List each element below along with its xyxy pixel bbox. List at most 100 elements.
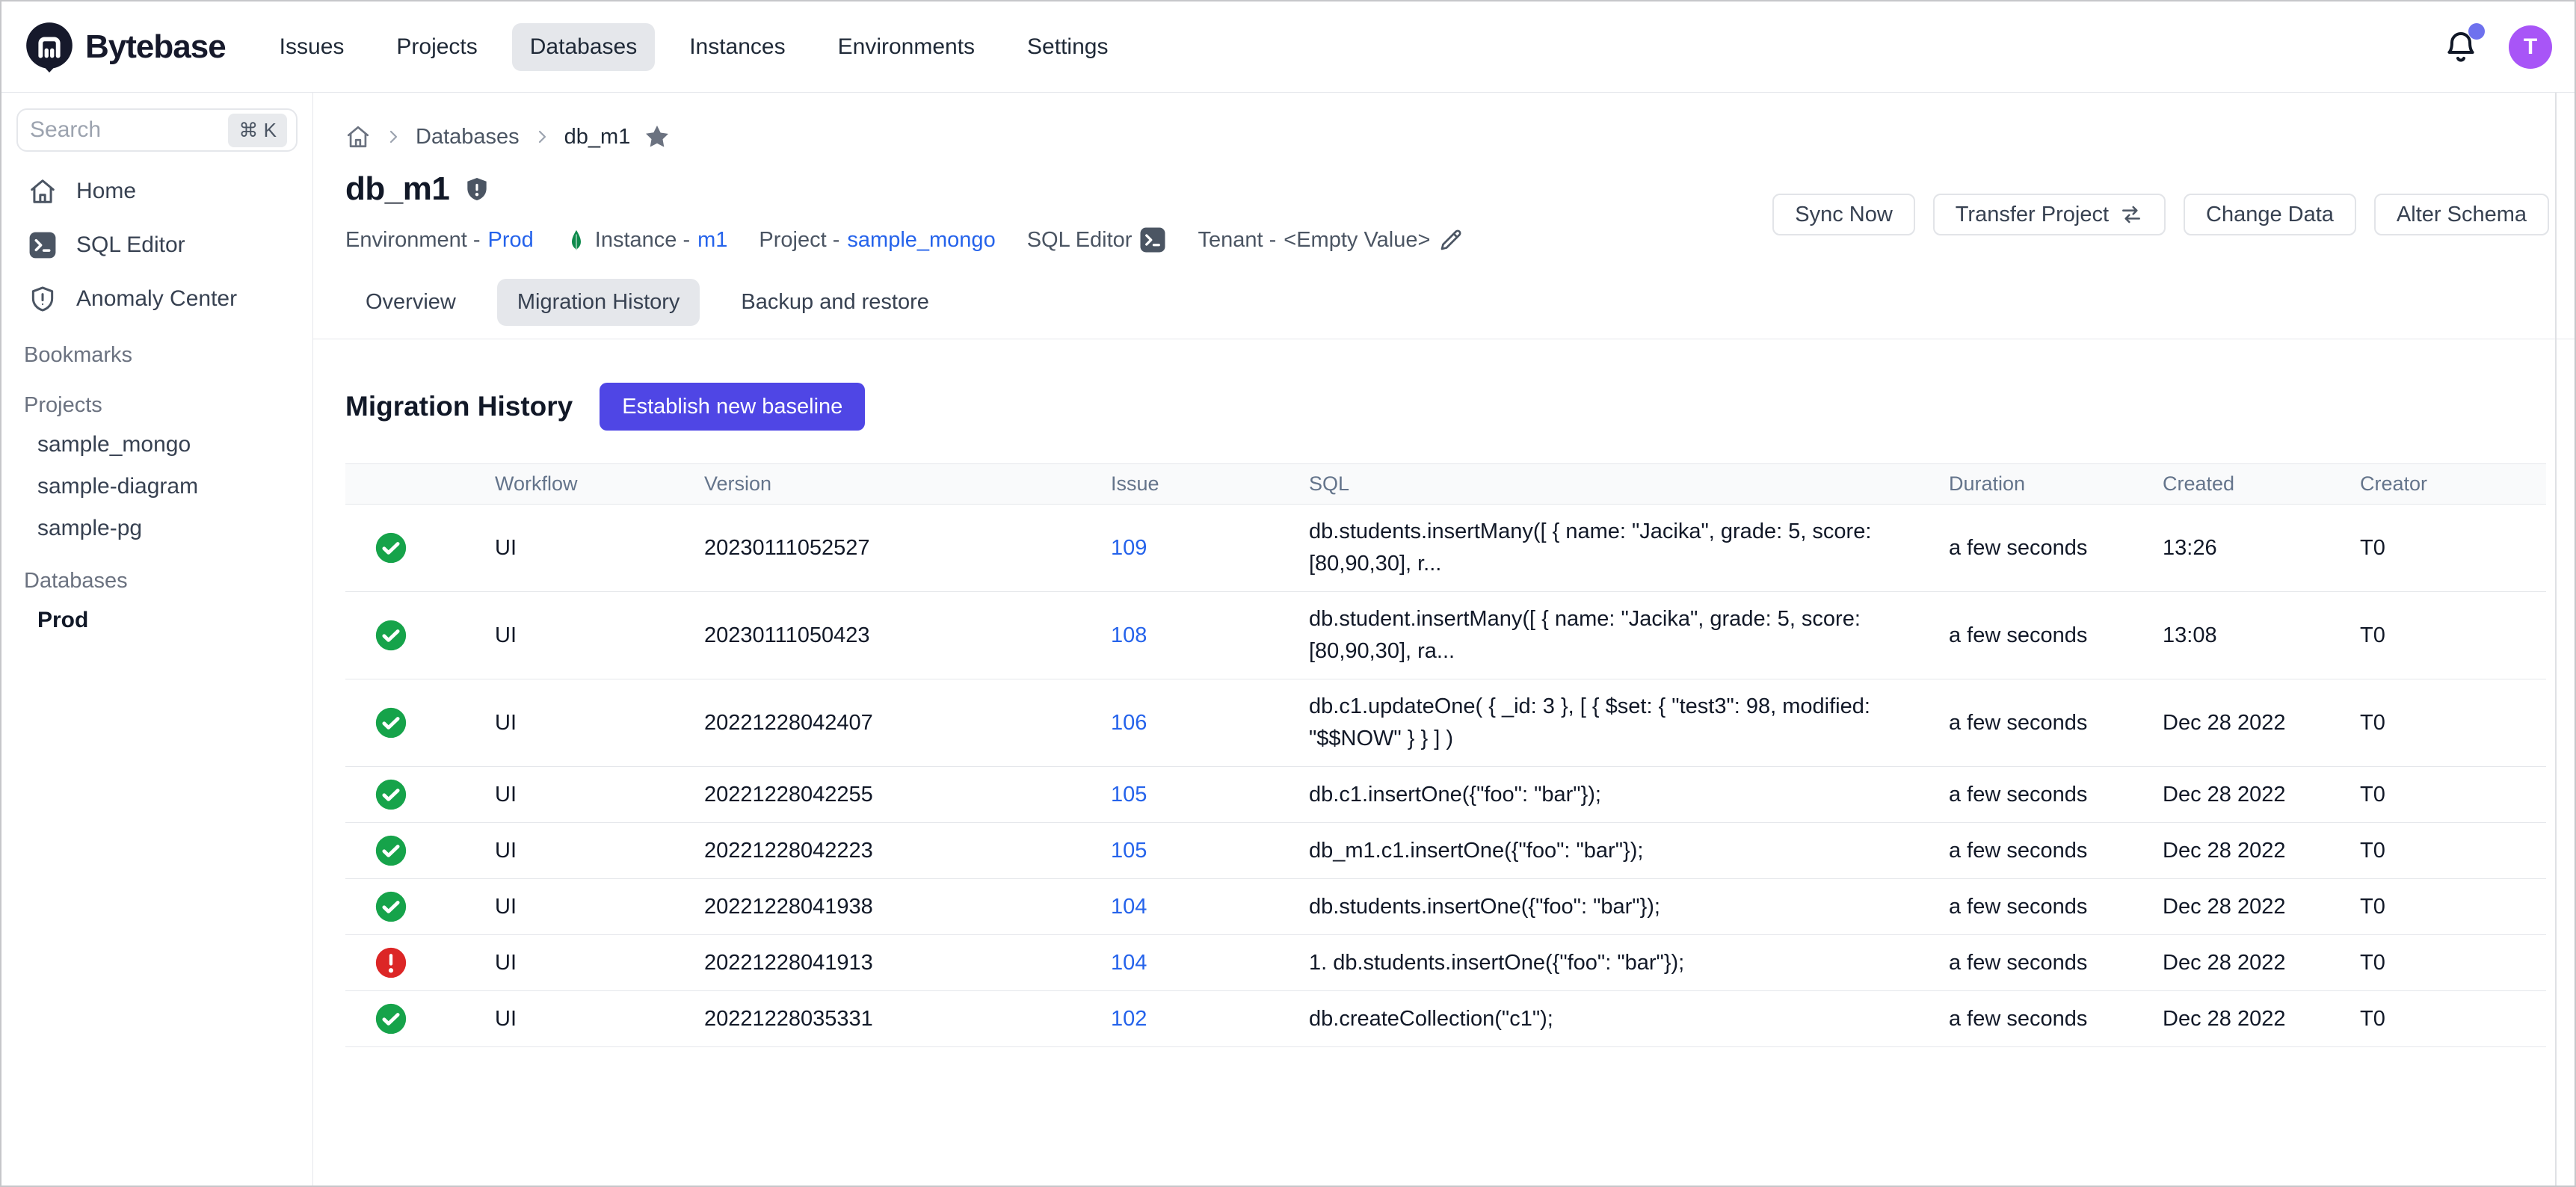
environment-link[interactable]: Prod [488, 228, 534, 253]
created-cell: 13:08 [2163, 623, 2360, 648]
transfer-project-button[interactable]: Transfer Project [1933, 194, 2166, 235]
issue-link[interactable]: 105 [1111, 783, 1147, 807]
meta-project: Project - sample_mongo [759, 228, 995, 253]
issue-link[interactable]: 104 [1111, 951, 1147, 975]
sidebar-nav: Home SQL Editor Anomaly Center [1, 167, 312, 324]
nav-item-projects[interactable]: Projects [378, 23, 495, 71]
search-shortcut-badge: ⌘ K [228, 114, 287, 147]
sql-cell: db.c1.updateOne( { _id: 3 }, [ { $set: {… [1309, 691, 1949, 755]
workflow-cell: UI [495, 1007, 704, 1032]
version-cell: 20221228042407 [704, 711, 1111, 736]
sql-cell: db_m1.c1.insertOne({"foo": "bar"}); [1309, 835, 1949, 867]
meta-instance: Instance - m1 [565, 228, 728, 253]
instance-link[interactable]: m1 [697, 228, 727, 253]
table-row[interactable]: UI 20221228041938 104 db.students.insert… [345, 879, 2546, 935]
sql-cell: db.createCollection("c1"); [1309, 1003, 1949, 1035]
mongodb-leaf-icon [565, 229, 588, 251]
change-data-button[interactable]: Change Data [2184, 194, 2356, 235]
sidebar-item-prod[interactable]: Prod [1, 599, 312, 641]
home-icon[interactable] [345, 124, 371, 149]
sidebar-sections: Bookmarks Projects sample_mongosample-di… [1, 343, 312, 641]
nav-item-instances[interactable]: Instances [671, 23, 803, 71]
table-row[interactable]: UI 20221228042223 105 db_m1.c1.insertOne… [345, 823, 2546, 879]
success-icon [375, 778, 407, 811]
sql-cell: 1. db.students.insertOne({"foo": "bar"})… [1309, 947, 1949, 979]
sql-editor-icon[interactable] [1139, 226, 1166, 253]
creator-cell: T0 [2360, 783, 2546, 807]
col-creator: Creator [2360, 472, 2546, 496]
tab-migration-history[interactable]: Migration History [497, 279, 700, 326]
bookmark-star-icon[interactable] [644, 123, 671, 150]
version-cell: 20221228041938 [704, 895, 1111, 919]
issue-link[interactable]: 105 [1111, 839, 1147, 863]
tab-overview[interactable]: Overview [345, 279, 476, 326]
duration-cell: a few seconds [1949, 711, 2163, 736]
duration-cell: a few seconds [1949, 623, 2163, 648]
issue-link[interactable]: 106 [1111, 711, 1147, 735]
sidebar-item-anomaly-center[interactable]: Anomaly Center [1, 274, 312, 324]
meta-tenant: Tenant - <Empty Value> [1198, 226, 1464, 253]
main-nav: Issues Projects Databases Instances Environm… [262, 23, 1127, 71]
issue-link[interactable]: 102 [1111, 1007, 1147, 1031]
col-sql: SQL [1309, 472, 1949, 496]
avatar[interactable]: T [2509, 25, 2552, 69]
table-row[interactable]: UI 20221228035331 102 db.createCollectio… [345, 991, 2546, 1047]
search-input[interactable]: Search ⌘ K [16, 108, 298, 152]
pencil-icon[interactable] [1438, 226, 1464, 253]
migration-section-header: Migration History Establish new baseline [345, 383, 2546, 431]
migration-history-heading: Migration History [345, 391, 573, 422]
sidebar-item-home[interactable]: Home [1, 167, 312, 216]
workflow-cell: UI [495, 839, 704, 863]
breadcrumb-databases[interactable]: Databases [416, 125, 520, 149]
meta-sql-editor: SQL Editor [1027, 226, 1167, 253]
workflow-cell: UI [495, 895, 704, 919]
migration-table: Workflow Version Issue SQL Duration Crea… [345, 463, 2546, 1047]
issue-link[interactable]: 109 [1111, 536, 1147, 560]
success-icon [375, 531, 407, 564]
col-version: Version [704, 472, 1111, 496]
col-duration: Duration [1949, 472, 2163, 496]
creator-cell: T0 [2360, 839, 2546, 863]
sync-now-button[interactable]: Sync Now [1772, 194, 1915, 235]
nav-item-settings[interactable]: Settings [1009, 23, 1126, 71]
nav-item-databases[interactable]: Databases [512, 23, 655, 71]
scrollbar-gutter[interactable] [2555, 93, 2557, 1186]
meta-environment: Environment - Prod [345, 228, 534, 253]
created-cell: Dec 28 2022 [2163, 951, 2360, 975]
duration-cell: a few seconds [1949, 895, 2163, 919]
table-row[interactable]: UI 20221228042407 106 db.c1.updateOne( {… [345, 679, 2546, 767]
topnav-right: T [2443, 25, 2552, 69]
version-cell: 20221228041913 [704, 951, 1111, 975]
chevron-right-icon [533, 128, 551, 146]
col-issue: Issue [1111, 472, 1309, 496]
sidebar-section-bookmarks: Bookmarks [1, 343, 312, 374]
sidebar-item-sample-pg[interactable]: sample-pg [1, 508, 312, 549]
tab-backup-and-restore[interactable]: Backup and restore [721, 279, 949, 326]
establish-baseline-button[interactable]: Establish new baseline [600, 383, 865, 431]
table-row[interactable]: UI 20230111050423 108 db.student.insertM… [345, 592, 2546, 679]
table-row[interactable]: UI 20221228042255 105 db.c1.insertOne({"… [345, 767, 2546, 823]
success-icon [375, 890, 407, 923]
sidebar-item-sample-diagram[interactable]: sample-diagram [1, 466, 312, 508]
table-header: Workflow Version Issue SQL Duration Crea… [345, 463, 2546, 505]
anomaly-shield-icon[interactable] [463, 175, 491, 203]
sql-cell: db.students.insertMany([ { name: "Jacika… [1309, 516, 1949, 580]
alter-schema-button[interactable]: Alter Schema [2374, 194, 2549, 235]
created-cell: Dec 28 2022 [2163, 895, 2360, 919]
nav-item-environments[interactable]: Environments [820, 23, 993, 71]
sidebar-item-sample_mongo[interactable]: sample_mongo [1, 424, 312, 466]
issue-link[interactable]: 108 [1111, 623, 1147, 647]
shield-outline-icon [28, 285, 57, 313]
table-row[interactable]: UI 20221228041913 104 1. db.students.ins… [345, 935, 2546, 991]
project-link[interactable]: sample_mongo [847, 228, 995, 253]
sidebar-item-sql-editor[interactable]: SQL Editor [1, 221, 312, 270]
sidebar-section-databases: Databases Prod [1, 569, 312, 641]
duration-cell: a few seconds [1949, 839, 2163, 863]
bytebase-logo[interactable]: Bytebase [24, 22, 226, 73]
issue-link[interactable]: 104 [1111, 895, 1147, 919]
sql-cell: db.students.insertOne({"foo": "bar"}); [1309, 891, 1949, 923]
nav-item-issues[interactable]: Issues [262, 23, 363, 71]
notification-bell-icon[interactable] [2443, 29, 2479, 65]
bytebase-logo-icon [24, 22, 75, 73]
table-row[interactable]: UI 20230111052527 109 db.students.insert… [345, 505, 2546, 592]
